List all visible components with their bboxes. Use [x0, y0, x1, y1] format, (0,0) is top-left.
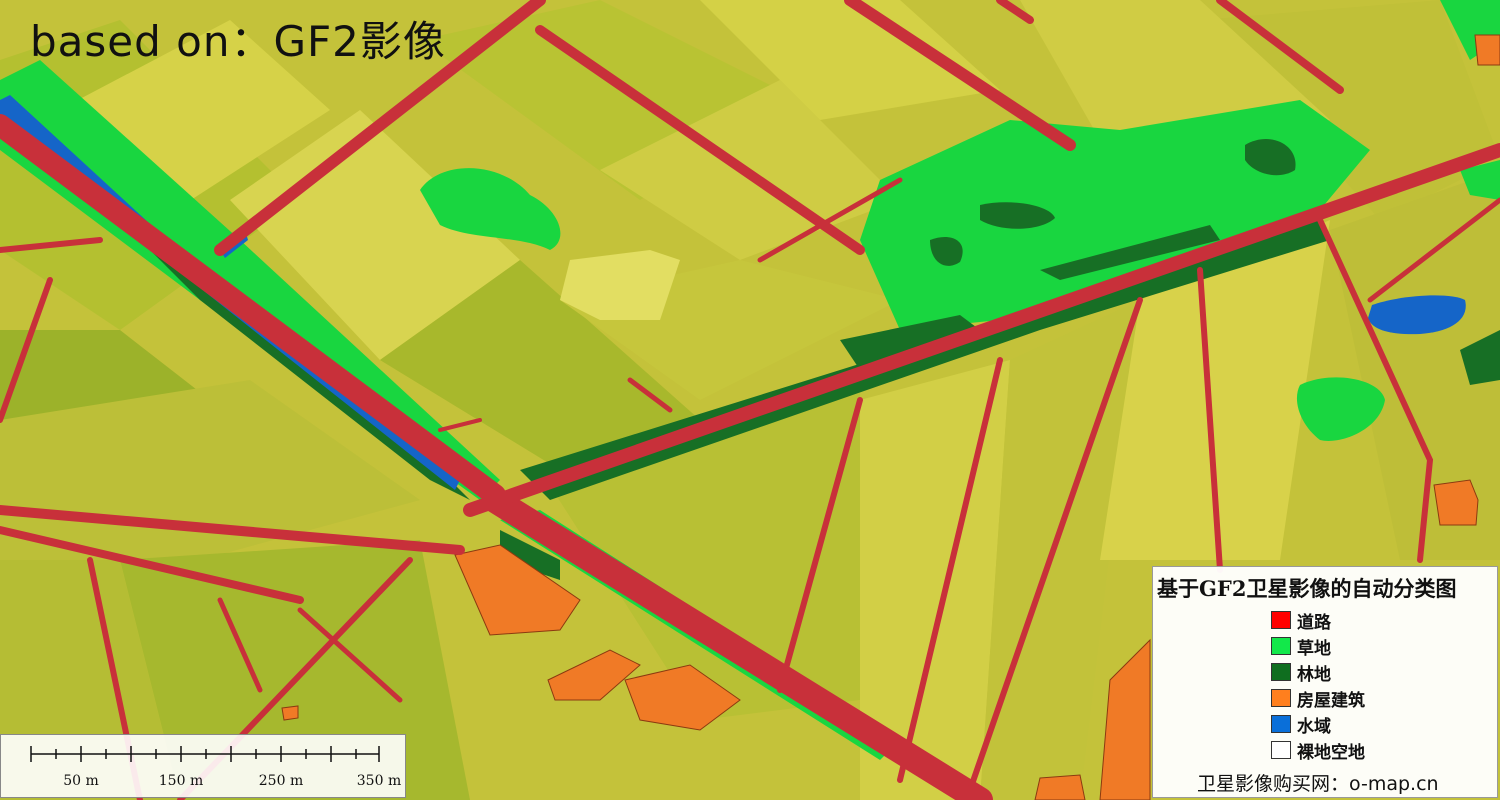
- legend-item-grassland: 草地: [1271, 633, 1365, 659]
- legend-footer: 卫星影像购买网：o-map.cn: [1197, 773, 1439, 795]
- legend-item-building: 房屋建筑: [1271, 685, 1365, 711]
- scale-bar-graphic: [30, 746, 380, 762]
- swatch-grassland: [1271, 637, 1291, 655]
- map-legend: 基于GF2卫星影像的自动分类图 道路 草地 林地 房屋建筑 水域 裸地空地 卫星…: [1152, 566, 1498, 798]
- caption-text: based on：GF2影像: [30, 17, 446, 66]
- legend-label: 房屋建筑: [1297, 690, 1365, 711]
- legend-item-road: 道路: [1271, 607, 1365, 633]
- legend-item-forest: 林地: [1271, 659, 1365, 685]
- legend-label: 林地: [1297, 664, 1331, 685]
- scale-label: 150 m: [158, 773, 204, 789]
- swatch-forest: [1271, 663, 1291, 681]
- swatch-road: [1271, 611, 1291, 629]
- scale-label: 50 m: [63, 773, 99, 789]
- swatch-bare-land: [1271, 741, 1291, 759]
- swatch-building: [1271, 689, 1291, 707]
- scale-label: 250 m: [258, 773, 304, 789]
- legend-items: 道路 草地 林地 房屋建筑 水域 裸地空地: [1271, 607, 1365, 763]
- legend-label: 道路: [1297, 612, 1331, 633]
- scale-bar: 50 m 150 m 250 m 350 m: [0, 734, 406, 798]
- legend-item-bare-land: 裸地空地: [1271, 737, 1365, 763]
- swatch-water: [1271, 715, 1291, 733]
- legend-title: 基于GF2卫星影像的自动分类图: [1157, 576, 1457, 601]
- legend-label: 草地: [1297, 638, 1331, 659]
- legend-label: 水域: [1297, 716, 1331, 737]
- legend-item-water: 水域: [1271, 711, 1365, 737]
- scale-label: 350 m: [356, 773, 402, 789]
- legend-label: 裸地空地: [1297, 742, 1365, 763]
